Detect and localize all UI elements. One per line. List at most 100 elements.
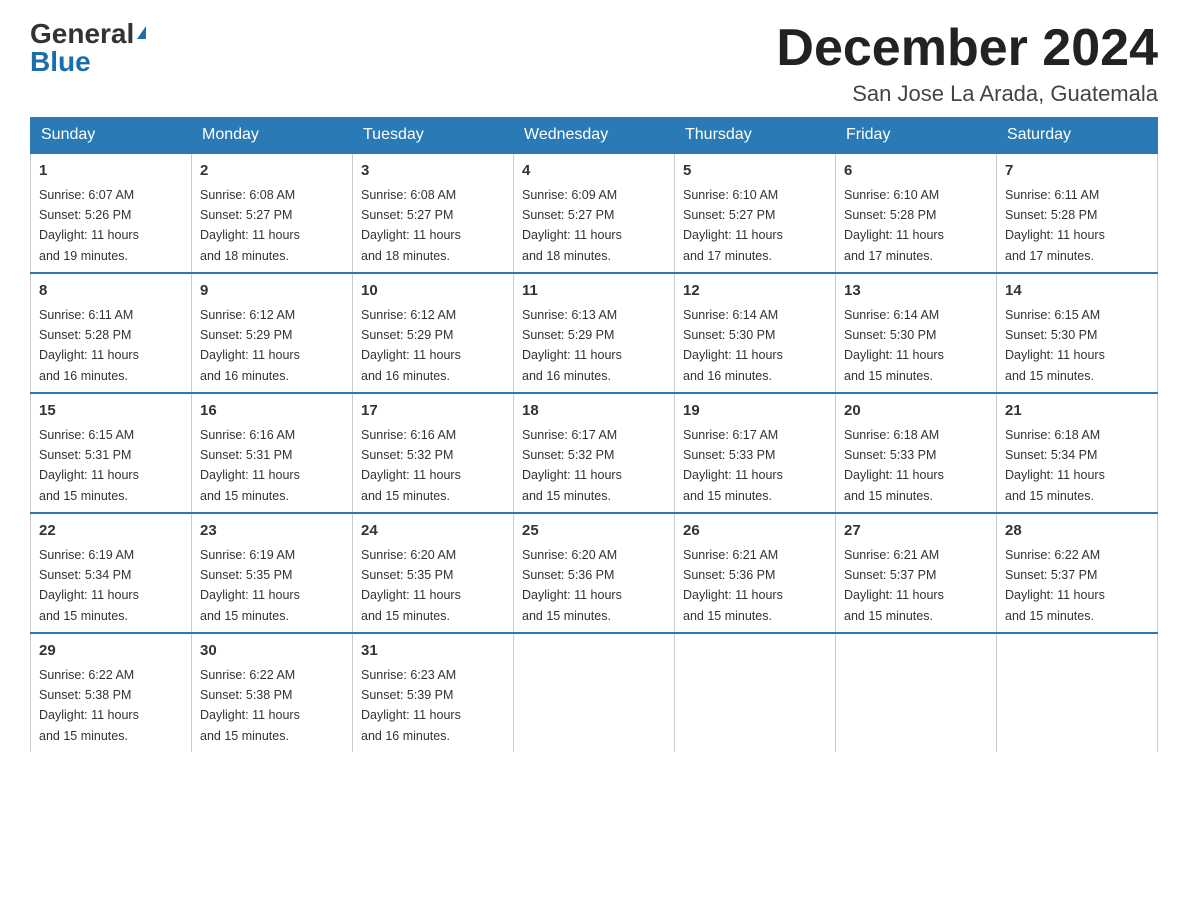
calendar-day-cell: 6 Sunrise: 6:10 AMSunset: 5:28 PMDayligh… [836,153,997,273]
day-info: Sunrise: 6:13 AMSunset: 5:29 PMDaylight:… [522,308,622,383]
day-info: Sunrise: 6:18 AMSunset: 5:33 PMDaylight:… [844,428,944,503]
day-number: 11 [522,280,666,303]
calendar-day-cell: 19 Sunrise: 6:17 AMSunset: 5:33 PMDaylig… [675,393,836,513]
day-info: Sunrise: 6:21 AMSunset: 5:37 PMDaylight:… [844,548,944,623]
logo-general-text: General [30,20,134,48]
day-info: Sunrise: 6:10 AMSunset: 5:27 PMDaylight:… [683,188,783,263]
day-number: 3 [361,160,505,183]
calendar-week-row: 1 Sunrise: 6:07 AMSunset: 5:26 PMDayligh… [31,153,1158,273]
calendar-day-cell: 8 Sunrise: 6:11 AMSunset: 5:28 PMDayligh… [31,273,192,393]
day-info: Sunrise: 6:19 AMSunset: 5:34 PMDaylight:… [39,548,139,623]
weekday-header-saturday: Saturday [997,118,1158,154]
day-number: 12 [683,280,827,303]
day-info: Sunrise: 6:22 AMSunset: 5:38 PMDaylight:… [39,668,139,743]
day-number: 10 [361,280,505,303]
day-info: Sunrise: 6:15 AMSunset: 5:30 PMDaylight:… [1005,308,1105,383]
day-number: 18 [522,400,666,423]
calendar-day-cell: 22 Sunrise: 6:19 AMSunset: 5:34 PMDaylig… [31,513,192,633]
empty-cell [675,633,836,752]
day-number: 17 [361,400,505,423]
day-number: 30 [200,640,344,663]
day-number: 16 [200,400,344,423]
day-number: 21 [1005,400,1149,423]
day-number: 22 [39,520,183,543]
day-info: Sunrise: 6:08 AMSunset: 5:27 PMDaylight:… [200,188,300,263]
day-info: Sunrise: 6:14 AMSunset: 5:30 PMDaylight:… [683,308,783,383]
calendar-day-cell: 13 Sunrise: 6:14 AMSunset: 5:30 PMDaylig… [836,273,997,393]
calendar-day-cell: 1 Sunrise: 6:07 AMSunset: 5:26 PMDayligh… [31,153,192,273]
day-info: Sunrise: 6:22 AMSunset: 5:38 PMDaylight:… [200,668,300,743]
weekday-header-tuesday: Tuesday [353,118,514,154]
day-number: 4 [522,160,666,183]
day-info: Sunrise: 6:23 AMSunset: 5:39 PMDaylight:… [361,668,461,743]
day-info: Sunrise: 6:11 AMSunset: 5:28 PMDaylight:… [39,308,139,383]
empty-cell [997,633,1158,752]
day-number: 28 [1005,520,1149,543]
day-info: Sunrise: 6:08 AMSunset: 5:27 PMDaylight:… [361,188,461,263]
calendar-day-cell: 21 Sunrise: 6:18 AMSunset: 5:34 PMDaylig… [997,393,1158,513]
empty-cell [514,633,675,752]
empty-cell [836,633,997,752]
day-number: 2 [200,160,344,183]
weekday-header-thursday: Thursday [675,118,836,154]
day-number: 26 [683,520,827,543]
day-info: Sunrise: 6:15 AMSunset: 5:31 PMDaylight:… [39,428,139,503]
calendar-day-cell: 5 Sunrise: 6:10 AMSunset: 5:27 PMDayligh… [675,153,836,273]
day-info: Sunrise: 6:19 AMSunset: 5:35 PMDaylight:… [200,548,300,623]
day-number: 14 [1005,280,1149,303]
logo: General Blue [30,20,146,76]
day-number: 29 [39,640,183,663]
day-number: 27 [844,520,988,543]
day-number: 25 [522,520,666,543]
calendar-day-cell: 4 Sunrise: 6:09 AMSunset: 5:27 PMDayligh… [514,153,675,273]
day-info: Sunrise: 6:17 AMSunset: 5:32 PMDaylight:… [522,428,622,503]
calendar-day-cell: 12 Sunrise: 6:14 AMSunset: 5:30 PMDaylig… [675,273,836,393]
day-number: 20 [844,400,988,423]
day-info: Sunrise: 6:07 AMSunset: 5:26 PMDaylight:… [39,188,139,263]
logo-blue-text: Blue [30,46,91,77]
day-info: Sunrise: 6:16 AMSunset: 5:32 PMDaylight:… [361,428,461,503]
calendar-day-cell: 28 Sunrise: 6:22 AMSunset: 5:37 PMDaylig… [997,513,1158,633]
weekday-header-wednesday: Wednesday [514,118,675,154]
day-info: Sunrise: 6:09 AMSunset: 5:27 PMDaylight:… [522,188,622,263]
calendar-day-cell: 9 Sunrise: 6:12 AMSunset: 5:29 PMDayligh… [192,273,353,393]
calendar-day-cell: 16 Sunrise: 6:16 AMSunset: 5:31 PMDaylig… [192,393,353,513]
day-number: 31 [361,640,505,663]
day-info: Sunrise: 6:10 AMSunset: 5:28 PMDaylight:… [844,188,944,263]
day-info: Sunrise: 6:14 AMSunset: 5:30 PMDaylight:… [844,308,944,383]
calendar-week-row: 15 Sunrise: 6:15 AMSunset: 5:31 PMDaylig… [31,393,1158,513]
day-number: 23 [200,520,344,543]
calendar-day-cell: 25 Sunrise: 6:20 AMSunset: 5:36 PMDaylig… [514,513,675,633]
calendar-day-cell: 2 Sunrise: 6:08 AMSunset: 5:27 PMDayligh… [192,153,353,273]
calendar-day-cell: 20 Sunrise: 6:18 AMSunset: 5:33 PMDaylig… [836,393,997,513]
calendar-week-row: 8 Sunrise: 6:11 AMSunset: 5:28 PMDayligh… [31,273,1158,393]
calendar-table: SundayMondayTuesdayWednesdayThursdayFrid… [30,117,1158,752]
calendar-day-cell: 7 Sunrise: 6:11 AMSunset: 5:28 PMDayligh… [997,153,1158,273]
weekday-header-monday: Monday [192,118,353,154]
day-info: Sunrise: 6:18 AMSunset: 5:34 PMDaylight:… [1005,428,1105,503]
day-number: 24 [361,520,505,543]
weekday-header-row: SundayMondayTuesdayWednesdayThursdayFrid… [31,118,1158,154]
day-number: 6 [844,160,988,183]
day-number: 5 [683,160,827,183]
location-subtitle: San Jose La Arada, Guatemala [776,81,1158,107]
weekday-header-friday: Friday [836,118,997,154]
day-info: Sunrise: 6:20 AMSunset: 5:35 PMDaylight:… [361,548,461,623]
day-number: 1 [39,160,183,183]
day-number: 13 [844,280,988,303]
day-info: Sunrise: 6:17 AMSunset: 5:33 PMDaylight:… [683,428,783,503]
day-info: Sunrise: 6:21 AMSunset: 5:36 PMDaylight:… [683,548,783,623]
day-number: 8 [39,280,183,303]
calendar-day-cell: 31 Sunrise: 6:23 AMSunset: 5:39 PMDaylig… [353,633,514,752]
day-number: 19 [683,400,827,423]
calendar-day-cell: 14 Sunrise: 6:15 AMSunset: 5:30 PMDaylig… [997,273,1158,393]
logo-triangle-icon [137,26,146,39]
calendar-day-cell: 18 Sunrise: 6:17 AMSunset: 5:32 PMDaylig… [514,393,675,513]
day-info: Sunrise: 6:20 AMSunset: 5:36 PMDaylight:… [522,548,622,623]
calendar-day-cell: 27 Sunrise: 6:21 AMSunset: 5:37 PMDaylig… [836,513,997,633]
day-info: Sunrise: 6:16 AMSunset: 5:31 PMDaylight:… [200,428,300,503]
page-header: General Blue December 2024 San Jose La A… [30,20,1158,107]
day-info: Sunrise: 6:12 AMSunset: 5:29 PMDaylight:… [200,308,300,383]
calendar-day-cell: 15 Sunrise: 6:15 AMSunset: 5:31 PMDaylig… [31,393,192,513]
calendar-day-cell: 11 Sunrise: 6:13 AMSunset: 5:29 PMDaylig… [514,273,675,393]
